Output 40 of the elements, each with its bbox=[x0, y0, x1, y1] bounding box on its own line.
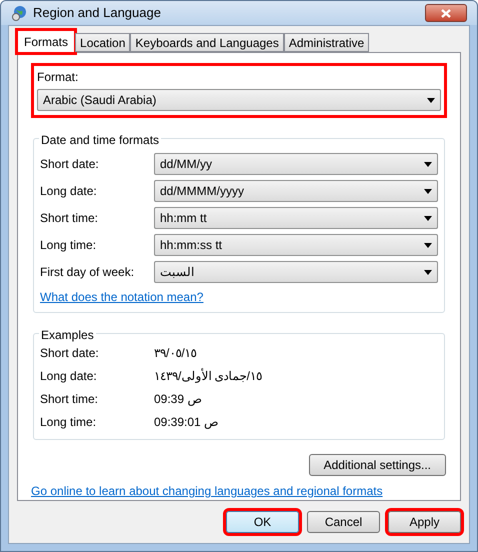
dropdown-caret-icon bbox=[424, 162, 432, 166]
dropdown-caret-icon bbox=[424, 242, 432, 248]
close-icon bbox=[441, 8, 451, 18]
example-label: Short time: bbox=[40, 390, 100, 408]
tab[interactable]: Keyboards and Languages bbox=[130, 33, 284, 52]
dropdown[interactable]: السبت bbox=[154, 261, 438, 283]
window-title: Region and Language bbox=[33, 4, 161, 22]
globe-clock-icon bbox=[11, 5, 27, 21]
field-label: Long time: bbox=[40, 237, 98, 254]
close-button[interactable] bbox=[425, 4, 467, 22]
dropdown[interactable]: hh:mm:ss tt bbox=[154, 234, 438, 256]
dialog-button[interactable]: OK bbox=[226, 511, 299, 533]
example-label: Short date: bbox=[40, 344, 100, 362]
dropdown-caret-icon bbox=[424, 270, 432, 274]
example-label: Long time: bbox=[40, 414, 98, 430]
dialog-button[interactable]: Apply bbox=[388, 511, 461, 533]
tab[interactable]: Administrative bbox=[284, 33, 370, 52]
example-label: Long date: bbox=[40, 368, 98, 384]
additional-settings-button[interactable]: Additional settings... bbox=[308, 454, 446, 476]
dropdown-caret-icon bbox=[424, 216, 432, 220]
format-label: Format: bbox=[37, 69, 80, 86]
dropdown[interactable]: dd/MM/yy bbox=[154, 153, 438, 175]
example-value: ٣٩/٠٥/١٥ bbox=[154, 344, 197, 362]
field-label: Long date: bbox=[40, 183, 98, 200]
notation-link[interactable]: What does the notation mean? bbox=[40, 288, 204, 306]
field-label: Short date: bbox=[40, 156, 100, 173]
tab[interactable]: Location bbox=[75, 33, 130, 52]
example-value: 09:39 ص bbox=[154, 390, 202, 408]
field-label: First day of week: bbox=[40, 264, 136, 281]
dropdown-caret-icon bbox=[424, 188, 432, 194]
dropdown-caret-icon bbox=[427, 98, 435, 102]
dropdown[interactable]: hh:mm tt bbox=[154, 207, 438, 229]
example-value: ١٥/جمادى الأولى/١٤٣٩ bbox=[154, 367, 262, 384]
online-help-link[interactable]: Go online to learn about changing languages and regional formats bbox=[31, 482, 383, 500]
dialog-button[interactable]: Cancel bbox=[307, 511, 380, 533]
tab[interactable]: Formats bbox=[17, 30, 76, 53]
dropdown[interactable]: dd/MMMM/yyyy bbox=[154, 180, 438, 202]
example-value: 09:39:01 ص bbox=[154, 414, 220, 430]
dropdown[interactable]: Arabic (Saudi Arabia) bbox=[37, 89, 441, 111]
field-label: Short time: bbox=[40, 210, 100, 227]
